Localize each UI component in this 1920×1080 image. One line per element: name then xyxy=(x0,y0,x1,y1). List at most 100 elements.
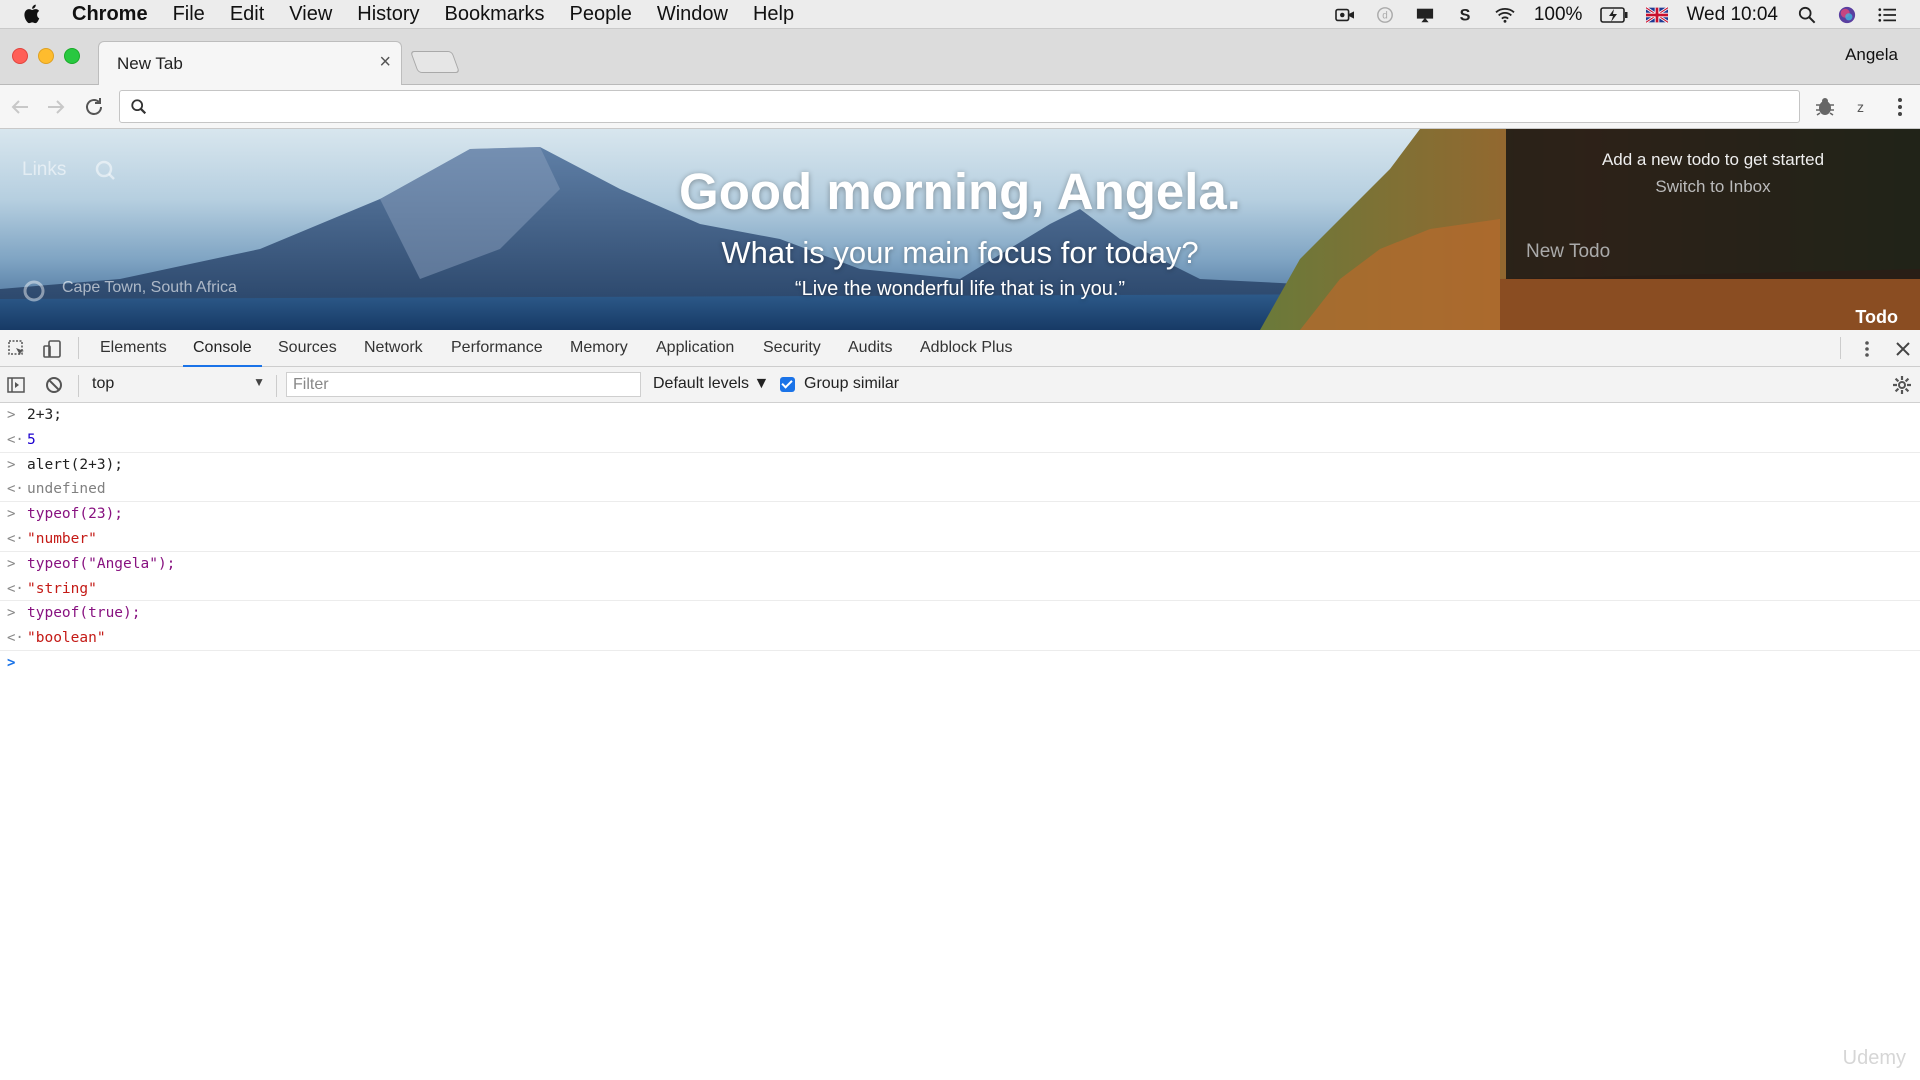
console-filter-input[interactable]: Filter xyxy=(286,372,641,397)
group-similar-checkbox[interactable] xyxy=(780,376,795,392)
console-result-line[interactable]: <· "number" xyxy=(0,527,1920,552)
bug-extension-icon[interactable] xyxy=(1813,95,1837,119)
window-minimize-button[interactable] xyxy=(38,48,54,64)
battery-charging-icon[interactable] xyxy=(1600,6,1628,24)
console-input-text: 2+3; xyxy=(27,407,62,423)
screen-record-icon[interactable] xyxy=(1334,6,1356,24)
browser-toolbar: z xyxy=(0,85,1920,129)
console-result-text: 5 xyxy=(27,431,36,448)
toolbar-divider xyxy=(276,375,277,397)
console-prompt[interactable]: > xyxy=(0,651,1920,676)
forward-arrow-icon[interactable] xyxy=(44,95,68,119)
toolbar-divider xyxy=(78,375,79,397)
input-chevron-icon: > xyxy=(7,555,16,572)
result-arrow-icon: <· xyxy=(7,630,24,647)
todo-panel: Add a new todo to get started Switch to … xyxy=(1506,129,1920,279)
siri-icon[interactable] xyxy=(1836,6,1858,24)
console-result-text: "string" xyxy=(27,580,97,597)
clear-console-icon[interactable] xyxy=(44,375,64,395)
tab-security[interactable]: Security xyxy=(763,330,821,366)
console-result-line[interactable]: <· 5 xyxy=(0,428,1920,453)
notification-center-icon[interactable] xyxy=(1876,6,1898,24)
display-icon[interactable] xyxy=(1414,6,1436,24)
input-chevron-icon: > xyxy=(7,506,16,523)
menu-edit[interactable]: Edit xyxy=(230,3,264,26)
group-similar-label: Group similar xyxy=(804,375,900,392)
prompt-chevron-icon: > xyxy=(7,654,16,671)
tab-console[interactable]: Console xyxy=(183,330,262,367)
battery-percent: 100% xyxy=(1533,3,1583,25)
wifi-icon[interactable] xyxy=(1494,6,1516,24)
inspect-element-icon[interactable] xyxy=(7,339,27,359)
console-input-line[interactable]: > alert(2+3); xyxy=(0,453,1920,478)
console-result-line[interactable]: <· "string" xyxy=(0,577,1920,602)
zotero-extension-icon[interactable]: z xyxy=(1850,95,1874,119)
macos-menubar: Chrome File Edit View History Bookmarks … xyxy=(0,0,1920,29)
console-output[interactable]: > 2+3; <· 5 > alert(2+3); <· undefined >… xyxy=(0,403,1920,1080)
menu-help[interactable]: Help xyxy=(753,3,794,26)
menu-file[interactable]: File xyxy=(173,3,205,26)
show-sidebar-icon[interactable] xyxy=(6,375,26,395)
new-tab-button[interactable] xyxy=(409,51,461,73)
console-input-line[interactable]: > 2+3; xyxy=(0,403,1920,428)
tab-application[interactable]: Application xyxy=(656,330,734,366)
group-similar-toggle[interactable]: Group similar xyxy=(780,375,899,393)
execution-context-select[interactable]: top ▼ xyxy=(80,375,265,395)
menu-people[interactable]: People xyxy=(570,3,632,26)
address-bar[interactable] xyxy=(119,90,1800,123)
menu-bookmarks[interactable]: Bookmarks xyxy=(445,3,545,26)
todo-empty-message: Add a new todo to get started xyxy=(1601,150,1825,169)
toolbar-divider xyxy=(78,337,79,359)
menubar-clock[interactable]: Wed 10:04 xyxy=(1686,4,1778,26)
tab-adblock-plus[interactable]: Adblock Plus xyxy=(920,330,1013,366)
menu-view[interactable]: View xyxy=(289,3,332,26)
back-arrow-icon[interactable] xyxy=(8,95,32,119)
console-toolbar: top ▼ Filter Default levels ▼ Group simi… xyxy=(0,367,1920,403)
tab-memory[interactable]: Memory xyxy=(570,330,628,366)
menu-window[interactable]: Window xyxy=(657,3,728,26)
result-arrow-icon: <· xyxy=(7,431,24,448)
tab-elements[interactable]: Elements xyxy=(100,330,167,366)
tab-close-icon[interactable]: × xyxy=(379,51,391,74)
chrome-menu-icon[interactable] xyxy=(1888,95,1912,119)
todo-toggle-button[interactable]: Todo xyxy=(1855,307,1898,328)
udemy-watermark: Udemy xyxy=(1842,1047,1906,1069)
svg-text:z: z xyxy=(1857,99,1864,115)
console-input-text: typeof("Angela"); xyxy=(27,555,176,572)
tab-audits[interactable]: Audits xyxy=(848,330,892,366)
skype-icon[interactable]: S xyxy=(1454,6,1476,24)
devtools-tab-bar: Elements Console Sources Network Perform… xyxy=(0,330,1920,367)
browser-tab-new-tab[interactable]: New Tab × xyxy=(98,41,402,85)
svg-text:d: d xyxy=(1382,10,1388,21)
devtools-close-icon[interactable] xyxy=(1893,339,1913,359)
window-close-button[interactable] xyxy=(12,48,28,64)
profile-button[interactable]: Angela xyxy=(1845,45,1898,65)
new-tab-background: Links Cape Town, South Africa Good morni… xyxy=(0,129,1920,330)
svg-text:S: S xyxy=(1459,6,1470,24)
window-zoom-button[interactable] xyxy=(64,48,80,64)
device-toolbar-icon[interactable] xyxy=(42,339,62,359)
reload-icon[interactable] xyxy=(82,95,106,119)
devtools-menu-icon[interactable] xyxy=(1857,339,1877,359)
menu-history[interactable]: History xyxy=(357,3,419,26)
switch-to-inbox-link[interactable]: Switch to Inbox xyxy=(1506,177,1920,197)
console-result-line[interactable]: <· "boolean" xyxy=(0,626,1920,651)
menu-app-name[interactable]: Chrome xyxy=(72,3,148,26)
console-input-text: alert(2+3); xyxy=(27,456,124,473)
tab-performance[interactable]: Performance xyxy=(451,330,543,366)
apple-icon[interactable] xyxy=(22,3,44,25)
dashlane-icon[interactable]: d xyxy=(1374,6,1396,24)
console-input-text: typeof(true); xyxy=(27,605,141,622)
console-settings-gear-icon[interactable] xyxy=(1892,375,1912,395)
tab-sources[interactable]: Sources xyxy=(278,330,337,366)
console-result-line[interactable]: <· undefined xyxy=(0,477,1920,503)
tab-network[interactable]: Network xyxy=(364,330,423,366)
console-input-line[interactable]: > typeof("Angela"); xyxy=(0,552,1920,577)
log-levels-dropdown[interactable]: Default levels ▼ xyxy=(653,375,769,393)
spotlight-search-icon[interactable] xyxy=(1796,6,1818,24)
console-input-line[interactable]: > typeof(true); xyxy=(0,601,1920,626)
console-input-line[interactable]: > typeof(23); xyxy=(0,502,1920,527)
new-todo-input[interactable]: New Todo xyxy=(1526,241,1610,263)
uk-flag-icon[interactable] xyxy=(1646,6,1669,24)
execution-context-value: top xyxy=(92,375,115,392)
